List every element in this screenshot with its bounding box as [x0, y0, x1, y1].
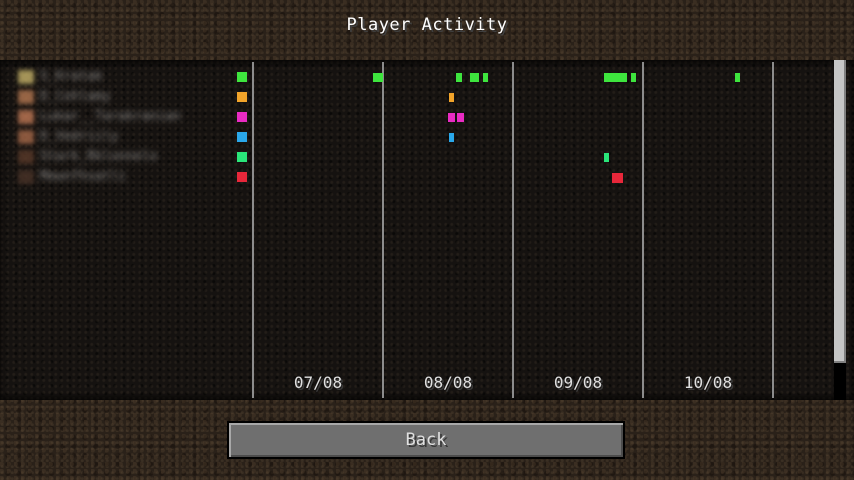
activity-bar — [470, 73, 480, 82]
player-color-chip — [237, 112, 247, 122]
player-head-icon — [18, 70, 34, 84]
player-name: D_Vedriily — [40, 129, 119, 144]
activity-bar — [448, 113, 455, 122]
activity-bar — [604, 73, 628, 82]
scrollbar-thumb[interactable] — [834, 60, 846, 363]
back-button[interactable]: Back — [227, 421, 625, 459]
player-name: S_Kratak — [40, 69, 103, 84]
player-row: Lukar__Tarakranian — [18, 109, 248, 125]
activity-bar — [611, 173, 624, 183]
player-color-chip — [237, 132, 247, 142]
player-name: Mewnfhsatli — [40, 169, 127, 184]
activity-bar — [457, 113, 464, 122]
player-name: Lukar__Tarakranian — [40, 109, 181, 124]
player-row: Stark_Rklonnelo — [18, 149, 248, 165]
player-row: Mewnfhsatli — [18, 169, 248, 185]
player-name: Stark_Rklonnelo — [40, 149, 158, 164]
day-divider — [772, 62, 774, 398]
date-label: 10/08 — [683, 373, 733, 392]
player-name: D_Cohlamy — [40, 89, 111, 104]
day-divider — [512, 62, 514, 398]
player-color-chip — [237, 92, 247, 102]
activity-bar — [735, 73, 741, 82]
activity-bar — [631, 73, 637, 82]
activity-bar — [372, 73, 383, 82]
player-head-icon — [18, 130, 34, 144]
player-color-chip — [237, 152, 247, 162]
player-row: D_Cohlamy — [18, 89, 248, 105]
player-head-icon — [18, 150, 34, 164]
player-head-icon — [18, 90, 34, 104]
day-divider — [252, 62, 254, 398]
date-label: 09/08 — [553, 373, 603, 392]
player-row: S_Kratak — [18, 69, 248, 85]
day-divider — [642, 62, 644, 398]
activity-bar — [449, 93, 455, 102]
activity-bar — [449, 133, 455, 142]
player-row: D_Vedriily — [18, 129, 248, 145]
date-label: 07/08 — [293, 373, 343, 392]
activity-bar — [455, 73, 463, 82]
activity-bar — [483, 73, 489, 82]
date-label: 08/08 — [423, 373, 473, 392]
player-head-icon — [18, 170, 34, 184]
activity-bar — [604, 153, 610, 162]
day-divider — [382, 62, 384, 398]
screen-title: Player Activity — [346, 15, 508, 35]
player-color-chip — [237, 72, 247, 82]
player-color-chip — [237, 172, 247, 182]
player-head-icon — [18, 110, 34, 124]
